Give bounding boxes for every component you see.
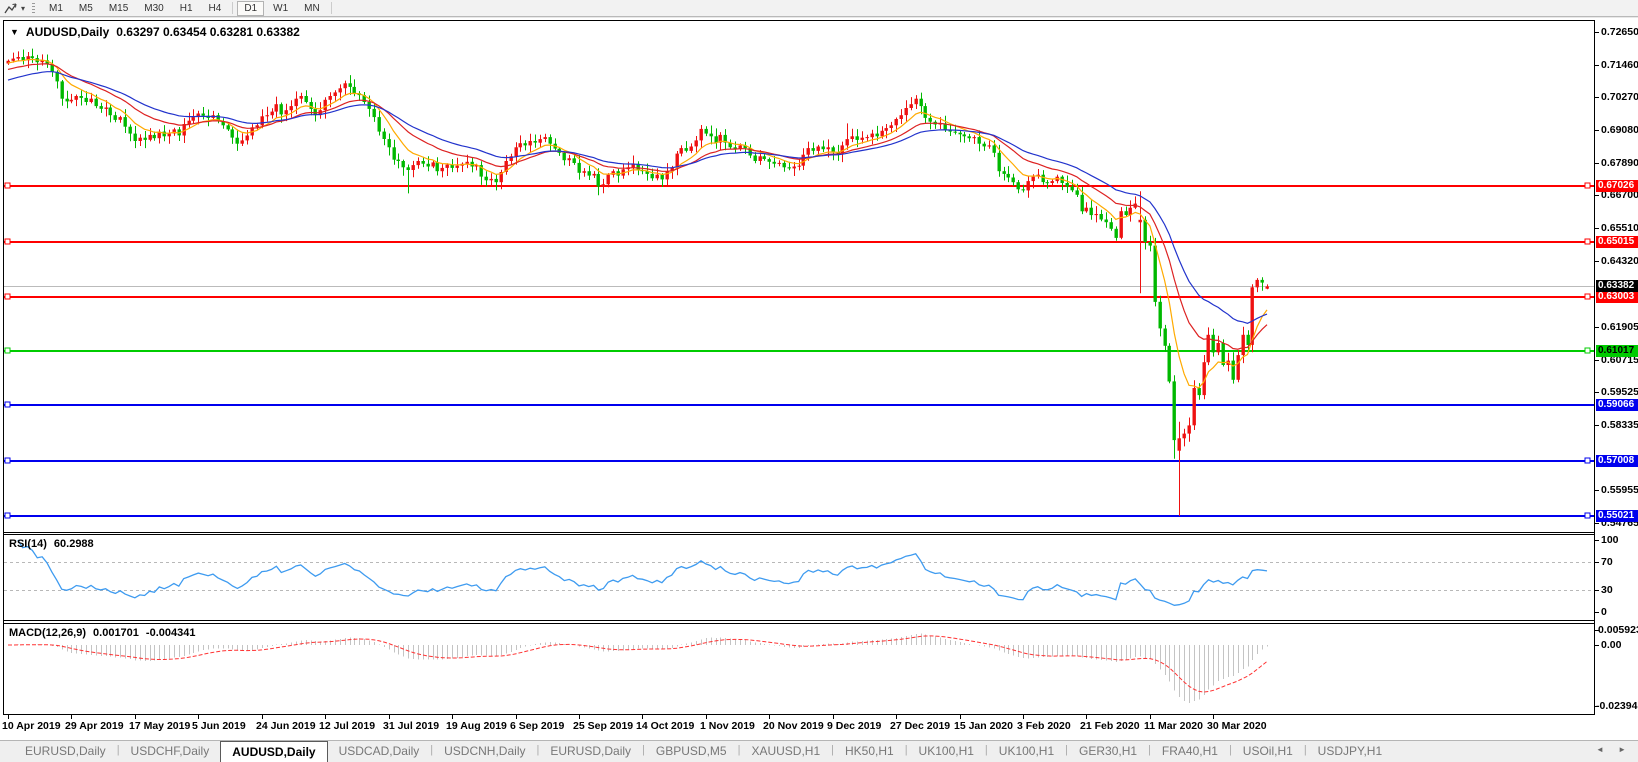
chart-tab-usdjpy-h1[interactable]: USDJPY,H1 — [1307, 741, 1393, 762]
chart-tab-bar: EURUSD,Daily|USDCHF,DailyAUDUSD,DailyUSD… — [0, 740, 1638, 762]
chart-tab-uk100-h1[interactable]: UK100,H1 — [908, 741, 985, 762]
chart-canvas[interactable] — [0, 0, 1638, 762]
chart-tab-xauusd-h1[interactable]: XAUUSD,H1 — [740, 741, 831, 762]
chart-tab-eurusd-daily[interactable]: EURUSD,Daily — [539, 741, 642, 762]
tab-scroll-arrows-icon[interactable]: ◄ ► — [1596, 745, 1632, 754]
chart-tab-audusd-daily[interactable]: AUDUSD,Daily — [220, 741, 327, 762]
chart-tab-uk100-h1[interactable]: UK100,H1 — [988, 741, 1065, 762]
chart-tab-usdchf-daily[interactable]: USDCHF,Daily — [120, 741, 221, 762]
chart-tab-hk50-h1[interactable]: HK50,H1 — [834, 741, 905, 762]
chart-tab-eurusd-daily[interactable]: EURUSD,Daily — [14, 741, 117, 762]
chart-tab-usoil-h1[interactable]: USOil,H1 — [1232, 741, 1304, 762]
chart-tab-gbpusd-m5[interactable]: GBPUSD,M5 — [645, 741, 738, 762]
chart-tab-ger30-h1[interactable]: GER30,H1 — [1068, 741, 1148, 762]
chart-tab-usdcad-daily[interactable]: USDCAD,Daily — [328, 741, 431, 762]
chart-tab-fra40-h1[interactable]: FRA40,H1 — [1151, 741, 1229, 762]
chart-tab-usdcnh-daily[interactable]: USDCNH,Daily — [433, 741, 536, 762]
